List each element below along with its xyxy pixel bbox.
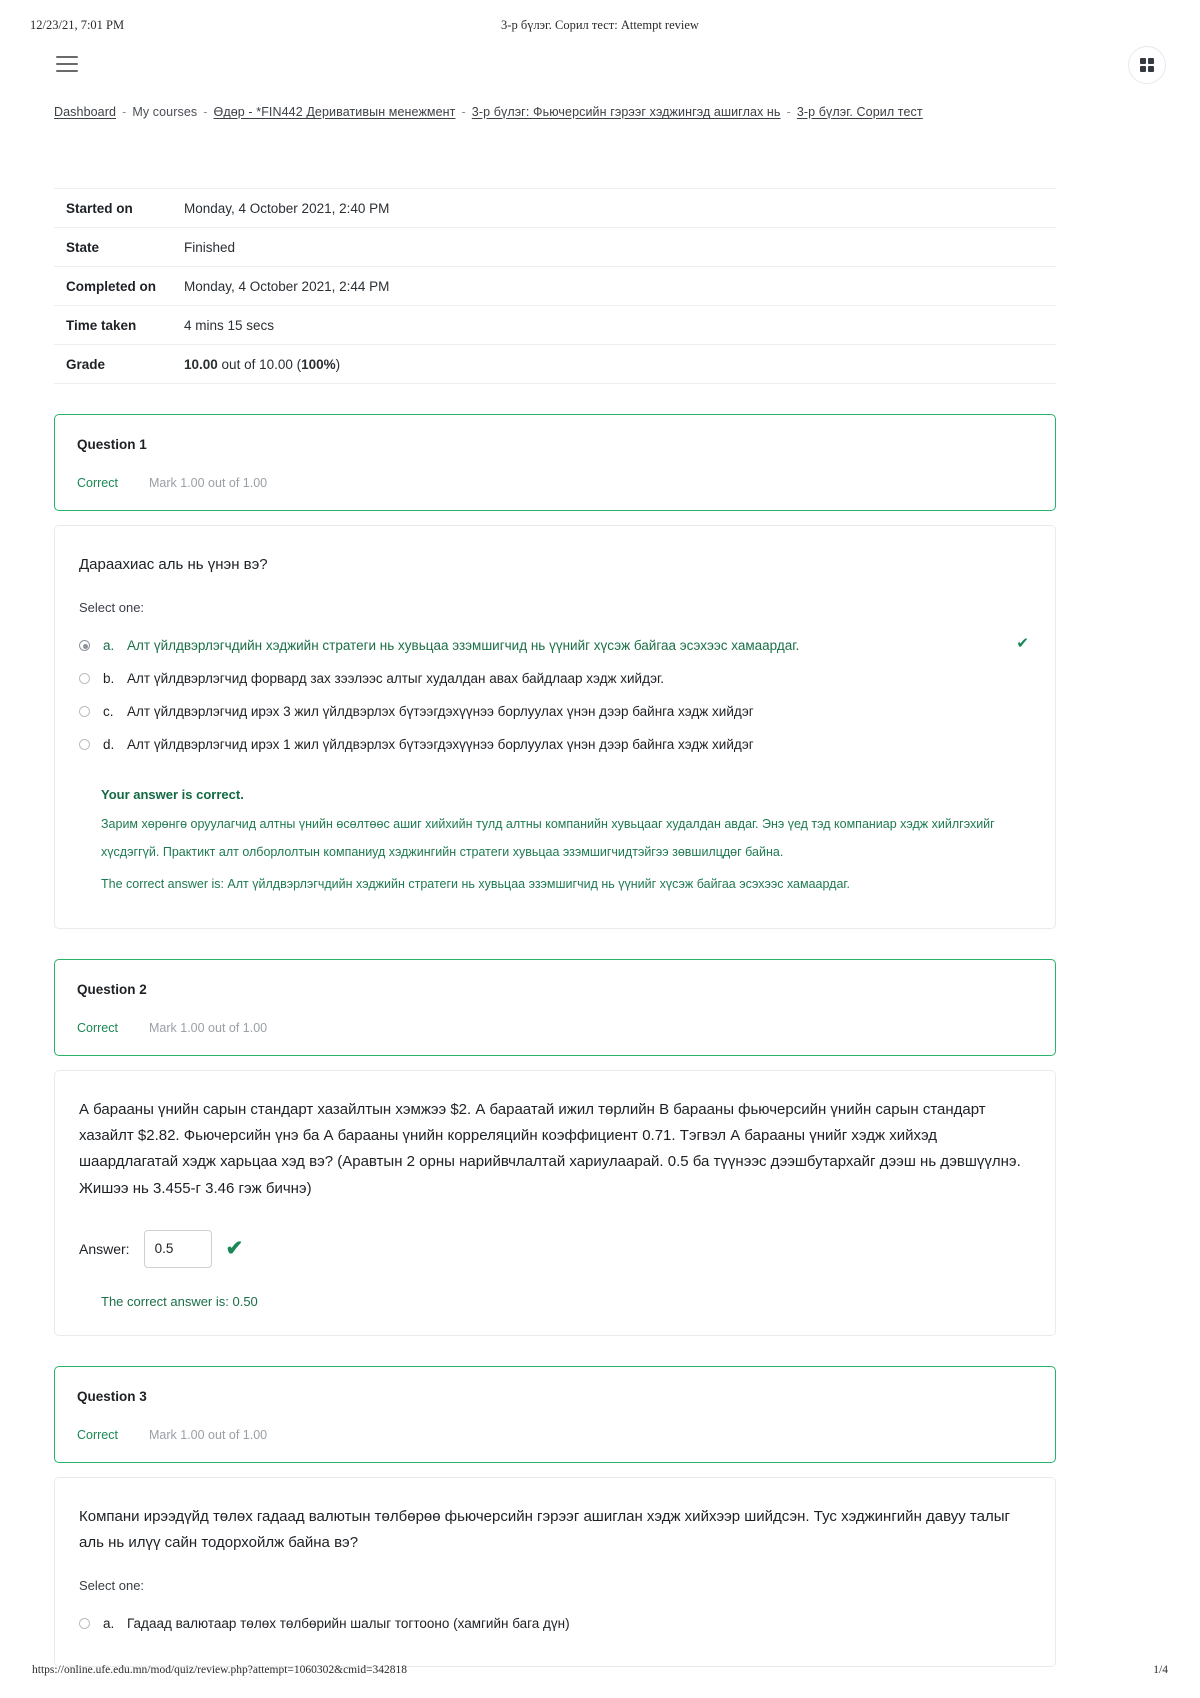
list-item[interactable]: a. Алт үйлдвэрлэгчдийн хэджийн стратеги … xyxy=(79,629,1031,662)
summary-value-time-taken: 4 mins 15 secs xyxy=(184,317,275,333)
question-3-stem: Компани ирээдүйд төлөх гадаад валютын тө… xyxy=(79,1507,1010,1552)
question-2-stem: А барааны үнийн сарын стандарт хазайлтын… xyxy=(79,1100,1021,1197)
check-icon: ✔ xyxy=(1016,635,1029,653)
question-3-number: Question 3 xyxy=(77,1388,147,1404)
question-1-body: Дараахиас аль нь үнэн вэ? Select one: a.… xyxy=(54,525,1056,929)
radio-icon[interactable] xyxy=(79,640,90,652)
breadcrumb-item-dashboard[interactable]: Dashboard xyxy=(54,105,116,119)
option-text: Гадаад валютаар төлөх төлбөрийн шалыг то… xyxy=(127,1616,570,1632)
option-letter: c. xyxy=(103,704,114,720)
print-header: 12/23/21, 7:01 PM 3-р бүлэг. Сорил тест:… xyxy=(0,18,1200,34)
summary-value-grade: 10.00 out of 10.00 (100%) xyxy=(184,345,1056,384)
question-1-status-row: Correct Mark 1.00 out of 1.00 xyxy=(77,476,1033,490)
table-row: Started on Monday, 4 October 2021, 2:40 … xyxy=(54,188,1056,228)
question-1-mark: Mark 1.00 out of 1.00 xyxy=(149,476,268,490)
summary-label-state: State xyxy=(66,239,100,255)
breadcrumb-separator: - xyxy=(122,105,127,119)
question-3-header: Question 3 Correct Mark 1.00 out of 1.00 xyxy=(54,1365,1056,1463)
question-1-stem: Дараахиас аль нь үнэн вэ? xyxy=(79,556,268,573)
breadcrumb-separator: - xyxy=(461,105,466,119)
summary-label-started-on: Started on xyxy=(66,200,133,216)
check-icon: ✔ xyxy=(225,1237,244,1261)
question-2-status-row: Correct Mark 1.00 out of 1.00 xyxy=(77,1021,1033,1035)
radio-icon[interactable] xyxy=(79,706,90,718)
question-3-select-one: Select one: xyxy=(79,1578,145,1594)
question-1-number: Question 1 xyxy=(77,437,147,452)
feedback-title: Your answer is correct. xyxy=(101,787,244,803)
list-item[interactable]: d. Алт үйлдвэрлэгчид ирэх 1 жил үйлдвэрл… xyxy=(79,728,1031,761)
table-row: Time taken 4 mins 15 secs xyxy=(54,306,1056,345)
grid-glyph xyxy=(1140,58,1154,72)
grade-percent: 100% xyxy=(301,356,336,372)
summary-value-completed-on: Monday, 4 October 2021, 2:44 PM xyxy=(184,278,390,294)
attempt-review-content: Started on Monday, 4 October 2021, 2:40 … xyxy=(54,188,1056,1668)
question-1-options: a. Алт үйлдвэрлэгчдийн хэджийн стратеги … xyxy=(79,629,1031,761)
question-1-header: Question 1 Correct Mark 1.00 out of 1.00 xyxy=(54,414,1056,511)
question-3-body: Компани ирээдүйд төлөх гадаад валютын тө… xyxy=(54,1476,1056,1668)
feedback-correct-answer: The correct answer is: Алт үйлдвэрлэгчди… xyxy=(101,877,850,891)
question-3-options: a. Гадаад валютаар төлөх төлбөрийн шалыг… xyxy=(79,1607,1031,1640)
hamburger-icon[interactable] xyxy=(56,54,78,74)
answer-input[interactable]: 0.5 xyxy=(143,1229,212,1268)
list-item[interactable]: a. Гадаад валютаар төлөх төлбөрийн шалыг… xyxy=(79,1607,1031,1640)
list-item[interactable]: c. Алт үйлдвэрлэгчид ирэх 3 жил үйлдвэрл… xyxy=(79,695,1031,728)
breadcrumb-separator: - xyxy=(786,105,791,119)
breadcrumb-separator: - xyxy=(203,105,208,119)
question-3-mark: Mark 1.00 out of 1.00 xyxy=(149,1427,268,1442)
option-text: Алт үйлдвэрлэгчид форвард зах зээлээс ал… xyxy=(127,671,665,687)
attempt-summary-table: Started on Monday, 4 October 2021, 2:40 … xyxy=(54,188,1056,384)
question-1-select-one: Select one: xyxy=(79,600,145,616)
question-2-number: Question 2 xyxy=(77,981,147,997)
question-2-body: А барааны үнийн сарын стандарт хазайлтын… xyxy=(54,1069,1056,1336)
grade-mid: out of 10.00 ( xyxy=(217,356,302,372)
status-badge: Correct xyxy=(77,1427,118,1442)
question-2-correct-answer: The correct answer is: 0.50 xyxy=(101,1293,258,1309)
question-2-mark: Mark 1.00 out of 1.00 xyxy=(149,1020,268,1035)
option-text: Алт үйлдвэрлэгчид ирэх 1 жил үйлдвэрлэх … xyxy=(127,737,754,753)
question-3-status-row: Correct Mark 1.00 out of 1.00 xyxy=(77,1428,1033,1442)
option-text: Алт үйлдвэрлэгчид ирэх 3 жил үйлдвэрлэх … xyxy=(127,704,754,720)
answer-label: Answer: xyxy=(79,1240,130,1257)
radio-icon[interactable] xyxy=(79,739,90,751)
feedback-body-line-2: хүсдэггүй. Практикт алт олборлолтын комп… xyxy=(101,845,784,860)
option-text: Алт үйлдвэрлэгчдийн хэджийн стратеги нь … xyxy=(127,638,800,654)
summary-value-state: Finished xyxy=(184,239,236,255)
option-letter: b. xyxy=(103,671,115,687)
question-2-answer-row: Answer: 0.5 ✔ xyxy=(79,1229,1031,1268)
breadcrumb-item-quiz[interactable]: 3-р бүлэг. Сорил тест xyxy=(797,105,923,119)
print-doc-title: 3-р бүлэг. Сорил тест: Attempt review xyxy=(501,18,699,32)
breadcrumb-item-course[interactable]: Өдөр - *FIN442 Деривативын менежмент xyxy=(214,105,456,119)
grade-score: 10.00 xyxy=(184,356,218,372)
table-row: State Finished xyxy=(54,228,1056,267)
summary-value-started-on: Monday, 4 October 2021, 2:40 PM xyxy=(184,200,390,216)
list-item[interactable]: b. Алт үйлдвэрлэгчид форвард зах зээлээс… xyxy=(79,662,1031,695)
question-1-feedback: Your answer is correct. Зарим хөрөнгө ор… xyxy=(79,787,1031,896)
print-footer: https://online.ufe.edu.mn/mod/quiz/revie… xyxy=(0,1664,1200,1680)
radio-icon[interactable] xyxy=(79,673,90,685)
option-letter: a. xyxy=(103,1616,115,1632)
summary-label-grade: Grade xyxy=(66,356,106,372)
grade-close: ) xyxy=(335,356,341,372)
table-row: Grade 10.00 out of 10.00 (100%) xyxy=(54,345,1056,384)
summary-label-time-taken: Time taken xyxy=(66,317,137,333)
breadcrumb-item-section[interactable]: 3-р бүлэг: Фьючерсийн гэрээг хэджингэд а… xyxy=(472,105,781,119)
feedback-body-line-1: Зарим хөрөнгө оруулагчид алтны үнийн өсө… xyxy=(101,817,995,832)
radio-icon[interactable] xyxy=(79,1618,90,1630)
breadcrumb: Dashboard - My courses - Өдөр - *FIN442 Дери… xyxy=(54,105,1160,119)
status-badge: Correct xyxy=(77,476,118,490)
print-url: https://online.ufe.edu.mn/mod/quiz/revie… xyxy=(32,1664,408,1676)
print-page-number: 1/4 xyxy=(1153,1664,1168,1676)
navbar xyxy=(0,44,1200,98)
status-badge: Correct xyxy=(77,1020,118,1035)
summary-label-completed-on: Completed on xyxy=(66,278,156,294)
question-2-header: Question 2 Correct Mark 1.00 out of 1.00 xyxy=(54,958,1056,1056)
grid-icon[interactable] xyxy=(1128,46,1166,84)
option-letter: a. xyxy=(103,638,115,654)
breadcrumb-item-my-courses: My courses xyxy=(132,105,198,119)
option-letter: d. xyxy=(103,737,115,753)
table-row: Completed on Monday, 4 October 2021, 2:4… xyxy=(54,267,1056,306)
